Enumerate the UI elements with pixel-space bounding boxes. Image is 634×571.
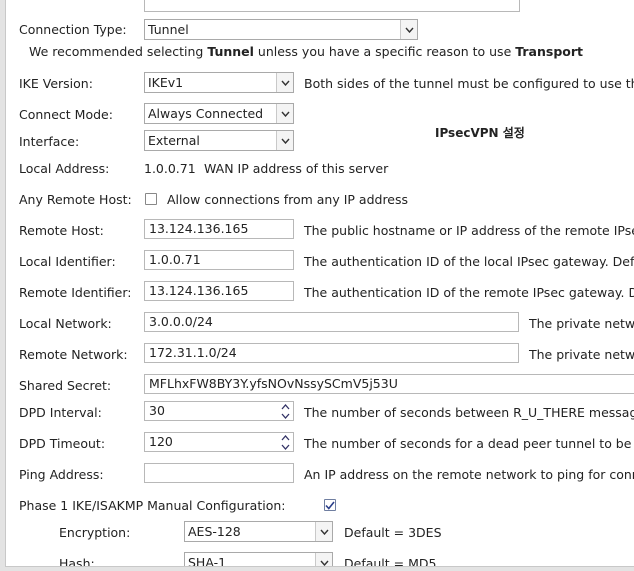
recommendation-prefix: We recommended selecting xyxy=(29,44,208,59)
remote-host-input[interactable]: 13.124.136.165 xyxy=(144,219,294,239)
local-address-value: 1.0.0.71 xyxy=(144,161,196,176)
chevron-down-icon xyxy=(276,131,293,150)
remote-network-input[interactable]: 172.31.1.0/24 xyxy=(144,343,519,363)
spin-down-icon[interactable] xyxy=(277,411,293,420)
remote-identifier-label: Remote Identifier: xyxy=(19,285,132,300)
any-remote-host-label: Any Remote Host: xyxy=(19,192,132,207)
spin-down-icon[interactable] xyxy=(277,442,293,451)
recommendation-text: We recommended selecting Tunnel unless y… xyxy=(29,44,583,59)
spin-up-icon[interactable] xyxy=(277,433,293,442)
encryption-help: Default = 3DES xyxy=(344,525,442,540)
hash-help: Default = MD5 xyxy=(344,556,437,567)
local-address-help: WAN IP address of this server xyxy=(204,161,389,176)
chevron-down-icon xyxy=(315,522,332,541)
remote-identifier-help: The authentication ID of the remote IPse… xyxy=(304,285,634,300)
connection-type-select[interactable]: Tunnel xyxy=(144,19,418,40)
clipped-top-input[interactable] xyxy=(144,0,520,12)
dpd-interval-value: 30 xyxy=(149,403,165,418)
ike-version-help: Both sides of the tunnel must be configu… xyxy=(304,76,634,91)
interface-select[interactable]: External xyxy=(144,130,294,151)
local-identifier-label: Local Identifier: xyxy=(19,254,116,269)
ike-version-select[interactable]: IKEv1 xyxy=(144,72,294,93)
chevron-down-icon xyxy=(315,553,332,566)
dpd-interval-help: The number of seconds between R_U_THERE … xyxy=(304,405,634,420)
check-icon xyxy=(325,501,335,510)
remote-identifier-input[interactable]: 13.124.136.165 xyxy=(144,281,294,301)
dpd-interval-spinner[interactable]: 30 xyxy=(144,401,294,421)
chevron-down-icon xyxy=(276,104,293,123)
local-network-help: The private netw xyxy=(529,316,634,331)
hash-label: Hash: xyxy=(59,556,95,567)
interface-value: External xyxy=(148,133,200,148)
local-address-label: Local Address: xyxy=(19,161,110,176)
ipsec-tunnel-form: Connection Type: Tunnel We recommended s… xyxy=(5,0,634,567)
recommendation-tunnel: Tunnel xyxy=(207,44,254,59)
hash-select[interactable]: SHA-1 xyxy=(184,552,333,567)
any-remote-host-checkbox[interactable] xyxy=(145,193,157,205)
recommendation-transport: Transport xyxy=(515,44,584,59)
dpd-timeout-spinner[interactable]: 120 xyxy=(144,432,294,452)
local-network-label: Local Network: xyxy=(19,316,112,331)
remote-network-label: Remote Network: xyxy=(19,347,128,362)
encryption-select[interactable]: AES-128 xyxy=(184,521,333,542)
dpd-timeout-label: DPD Timeout: xyxy=(19,436,106,451)
connection-type-label: Connection Type: xyxy=(19,22,127,37)
shared-secret-label: Shared Secret: xyxy=(19,378,112,393)
local-identifier-help: The authentication ID of the local IPsec… xyxy=(304,254,634,269)
any-remote-host-help: Allow connections from any IP address xyxy=(167,192,409,207)
ping-address-label: Ping Address: xyxy=(19,467,104,482)
remote-network-help: The private netw xyxy=(529,347,634,362)
connect-mode-label: Connect Mode: xyxy=(19,107,113,122)
local-identifier-input[interactable]: 1.0.0.71 xyxy=(144,250,294,270)
spin-up-icon[interactable] xyxy=(277,402,293,411)
chevron-down-icon xyxy=(276,73,293,92)
connection-type-value: Tunnel xyxy=(148,22,189,37)
ike-version-label: IKE Version: xyxy=(19,76,93,91)
chevron-down-icon xyxy=(400,20,417,39)
dpd-timeout-help: The number of seconds for a dead peer tu… xyxy=(304,436,634,451)
connect-mode-value: Always Connected xyxy=(148,106,264,121)
encryption-label: Encryption: xyxy=(59,525,131,540)
recommendation-middle: unless you have a specific reason to use xyxy=(253,44,516,59)
remote-host-help: The public hostname or IP address of the… xyxy=(304,223,634,238)
encryption-value: AES-128 xyxy=(188,524,241,539)
shared-secret-input[interactable]: MFLhxFW8BY3Y.yfsNOvNssySCmV5j53U xyxy=(144,374,634,394)
interface-label: Interface: xyxy=(19,134,80,149)
dpd-timeout-value: 120 xyxy=(149,434,173,449)
ping-address-help: An IP address on the remote network to p… xyxy=(304,467,634,482)
ike-version-value: IKEv1 xyxy=(148,75,184,90)
phase1-label: Phase 1 IKE/ISAKMP Manual Configuration: xyxy=(19,498,286,513)
phase1-checkbox[interactable] xyxy=(324,499,336,511)
ping-address-input[interactable] xyxy=(144,463,294,483)
local-network-input[interactable]: 3.0.0.0/24 xyxy=(144,312,519,332)
connect-mode-select[interactable]: Always Connected xyxy=(144,103,294,124)
hash-value: SHA-1 xyxy=(188,555,227,567)
remote-host-label: Remote Host: xyxy=(19,223,104,238)
dpd-interval-label: DPD Interval: xyxy=(19,405,102,420)
annotation-text: IPsecVPN 설정 xyxy=(435,126,525,140)
